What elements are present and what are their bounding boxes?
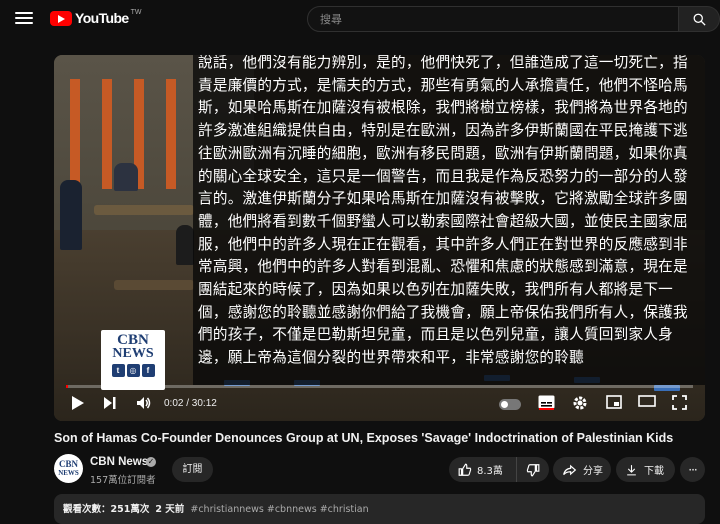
channel-name[interactable]: CBN News [90,456,148,468]
player-controls: 0:02 / 30:12 [54,388,705,421]
search-button[interactable] [679,6,720,32]
menu-icon[interactable] [14,9,34,29]
twitter-icon: t [111,364,125,377]
cbn-news-watermark: CBN NEWS t ◎ f [101,330,165,390]
video-title: Son of Hamas Co-Founder Denounces Group … [54,431,674,445]
autoplay-toggle[interactable] [499,399,521,410]
dislike-button[interactable] [517,457,549,482]
top-bar: YouTube TW [0,0,720,38]
logo-text: YouTube [75,10,129,26]
thumbs-up-icon [458,463,472,476]
play-icon[interactable] [71,395,85,411]
theater-mode-icon[interactable] [638,395,656,407]
facebook-icon: f [141,364,155,377]
miniplayer-icon[interactable] [606,395,622,409]
fullscreen-icon[interactable] [672,395,687,410]
gear-icon[interactable] [572,395,588,411]
caption-text: 說話，他們沒有能力辨別，是的，他們快死了，但誰造成了這一切死亡，指責是廉價的方式… [198,55,688,367]
volume-icon[interactable] [136,395,152,411]
download-button[interactable]: 下載 [616,457,675,482]
video-player[interactable]: CBN NEWS t ◎ f 說話，他們沒有能力辨別，是的，他們快死了，但誰造成了這… [54,55,705,421]
share-icon [563,464,577,475]
hashtags[interactable]: #christiannews #cbnnews #christian [190,504,368,515]
thumbs-down-icon [526,463,540,476]
logo-region: TW [130,8,142,16]
search-bar [307,6,720,32]
search-input[interactable] [307,6,679,32]
description-box[interactable]: 觀看次數：251萬次 2 天前 #christiannews #cbnnews … [54,494,705,524]
time-display: 0:02 / 30:12 [164,398,217,409]
youtube-play-icon [50,10,72,26]
like-count: 8.3萬 [477,466,503,477]
upload-age: 2 天前 [155,504,185,515]
search-icon [693,13,706,26]
share-button[interactable]: 分享 [553,457,611,482]
verified-icon: ✓ [146,457,156,467]
subscriber-count: 157萬位訂閱者 [90,475,156,486]
more-actions-button[interactable]: ··· [680,457,705,482]
view-count: 觀看次數：251萬次 [63,504,150,515]
next-icon[interactable] [103,395,117,411]
subtitles-icon[interactable] [538,395,555,410]
like-button[interactable]: 8.3萬 [449,457,517,482]
more-horizontal-icon: ··· [688,462,698,477]
youtube-logo[interactable]: YouTube TW [50,8,142,26]
subscribe-button[interactable]: 訂閱 [172,457,213,482]
download-icon [627,464,636,475]
channel-avatar[interactable]: CBN NEWS [54,454,83,483]
like-dislike-group: 8.3萬 [449,457,549,482]
instagram-icon: ◎ [126,364,140,377]
